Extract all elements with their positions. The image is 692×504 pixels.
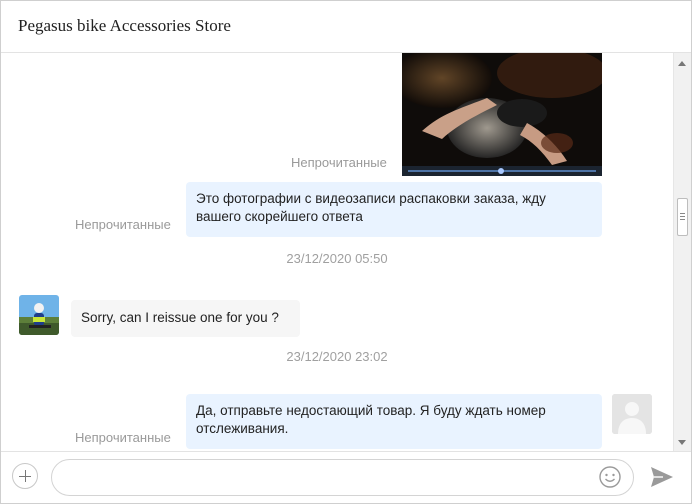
chat-window: Pegasus bike Accessories Store Непрочита…: [0, 0, 692, 504]
unread-status: Непрочитанные: [291, 155, 387, 170]
message-input[interactable]: [51, 459, 634, 496]
unboxing-video-thumbnail[interactable]: [402, 53, 602, 176]
send-paper-plane-icon[interactable]: [649, 465, 675, 489]
message-timestamp: 23/12/2020 23:02: [286, 349, 388, 364]
chat-header: Pegasus bike Accessories Store: [1, 1, 691, 53]
video-frame-image: [402, 53, 602, 176]
message-text: Да, отправьте недостающий товар. Я буду …: [196, 403, 546, 436]
chat-scrollbar[interactable]: [673, 53, 691, 451]
unread-status: Непрочитанные: [75, 430, 171, 445]
message-composer: [1, 451, 691, 503]
store-title: Pegasus bike Accessories Store: [18, 16, 231, 35]
message-list[interactable]: Непрочитанные Непрочитанные Это фотограф…: [1, 53, 673, 451]
unread-status: Непрочитанные: [75, 217, 171, 232]
scroll-down-arrow-icon[interactable]: [678, 440, 686, 445]
attach-plus-icon[interactable]: [12, 463, 38, 489]
seller-avatar[interactable]: [19, 295, 59, 335]
scroll-up-arrow-icon[interactable]: [678, 61, 686, 66]
message-text: Это фотографии с видеозаписи распаковки …: [196, 191, 546, 224]
outgoing-message-bubble: Да, отправьте недостающий товар. Я буду …: [186, 394, 602, 449]
outgoing-message-bubble: Это фотографии с видеозаписи распаковки …: [186, 182, 602, 237]
message-text: Sorry, can I reissue one for you ?: [81, 310, 279, 325]
user-avatar[interactable]: [612, 394, 652, 434]
default-user-avatar-icon: [612, 394, 652, 434]
incoming-message-bubble: Sorry, can I reissue one for you ?: [71, 300, 300, 337]
message-timestamp: 23/12/2020 05:50: [286, 251, 388, 266]
smiley-icon[interactable]: [599, 466, 621, 488]
cyclist-avatar-image: [19, 295, 59, 335]
scrollbar-thumb[interactable]: [677, 198, 688, 236]
